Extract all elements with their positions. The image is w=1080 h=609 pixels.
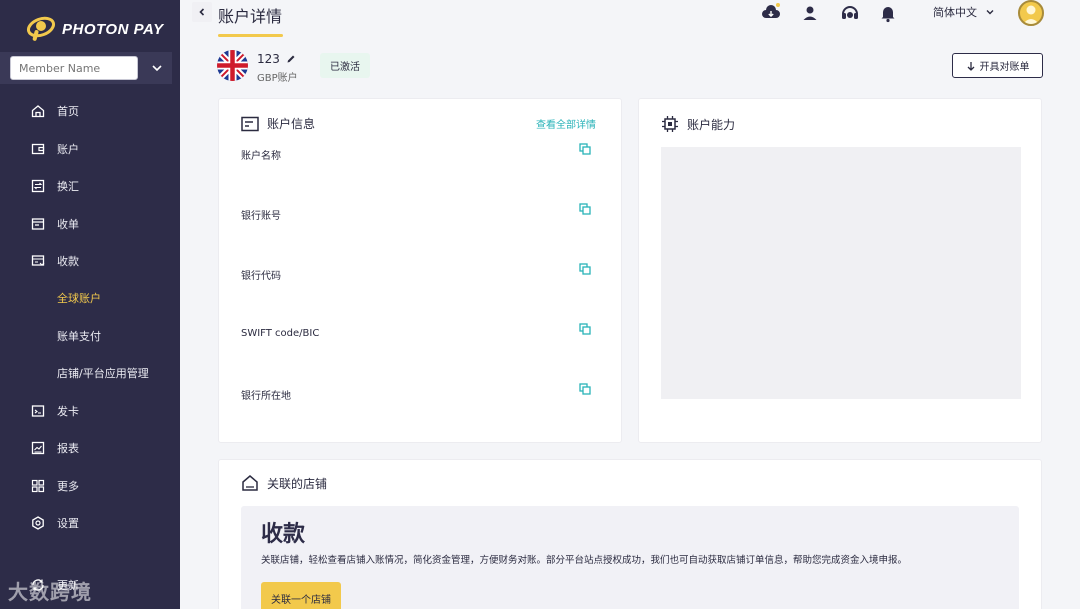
- copy-icon[interactable]: [579, 383, 591, 395]
- field-bank-location-label: 银行所在地: [241, 391, 291, 402]
- sidebar-item-home[interactable]: 首页: [0, 98, 180, 124]
- account-currency-type: GBP账户: [257, 73, 298, 84]
- linked-shops-panel: 收款 关联店铺，轻松查看店铺入账情况，简化资金管理，方便财务对账。部分平台站点授…: [241, 506, 1019, 609]
- sidebar-item-card-issuing[interactable]: 发卡: [0, 398, 180, 424]
- sidebar-item-label: 设置: [57, 517, 79, 530]
- page-title: 账户详情: [218, 7, 283, 26]
- linked-shops-title-text: 关联的店铺: [267, 476, 328, 491]
- chevron-down-icon: [986, 10, 994, 15]
- language-selector[interactable]: 简体中文: [933, 4, 995, 20]
- grid-icon: [31, 479, 45, 493]
- sidebar-item-label: 更多: [57, 480, 79, 493]
- account-info-card: 账户信息 查看全部详情 账户名称 银行账号 银行代码 SWIFT code/BI…: [218, 98, 622, 443]
- sidebar-item-label: 收单: [57, 218, 79, 231]
- sidebar-item-shop-platform[interactable]: 店铺/平台应用管理: [0, 360, 180, 386]
- account-name: 123: [257, 52, 296, 66]
- account-name-text: 123: [257, 52, 280, 66]
- gear-icon: [32, 516, 44, 530]
- issue-statement-label: 开具对账单: [979, 62, 1030, 73]
- copy-icon[interactable]: [579, 143, 591, 155]
- brand-name: PHOTON PAY: [62, 20, 164, 38]
- field-account-name-label: 账户名称: [241, 151, 281, 162]
- title-underline: [218, 34, 283, 37]
- status-badge: 已激活: [320, 53, 370, 78]
- field-bank-account-label: 银行账号: [241, 211, 281, 222]
- sidebar-item-label: 报表: [57, 442, 79, 455]
- account-ability-card: 账户能力: [638, 98, 1042, 443]
- report-icon: [31, 441, 45, 455]
- uk-flag-icon: [217, 50, 248, 81]
- chevron-left-icon: [199, 8, 205, 16]
- bell-icon[interactable]: [878, 3, 898, 23]
- receipt-icon: [31, 218, 45, 230]
- link-shop-button[interactable]: 关联一个店铺: [261, 582, 341, 609]
- field-swift-label: SWIFT code/BIC: [241, 328, 320, 339]
- cloud-download-icon[interactable]: [761, 3, 781, 23]
- sidebar-item-settings[interactable]: 设置: [0, 510, 180, 536]
- linked-shops-title: 关联的店铺: [241, 474, 327, 492]
- sidebar-item-bill-payment[interactable]: 账单支付: [0, 323, 180, 349]
- exchange-icon: [31, 179, 45, 193]
- watermark: 大数跨境: [8, 580, 92, 604]
- sidebar-item-label: 账户: [57, 143, 79, 156]
- copy-icon[interactable]: [579, 203, 591, 215]
- collect-icon: [31, 255, 45, 266]
- sidebar-item-label: 店铺/平台应用管理: [57, 367, 149, 380]
- back-button[interactable]: [192, 2, 212, 22]
- copy-icon[interactable]: [579, 323, 591, 335]
- language-label: 简体中文: [933, 6, 977, 19]
- home-icon: [31, 105, 45, 118]
- sidebar-item-acquiring[interactable]: 收单: [0, 211, 180, 237]
- headset-icon[interactable]: [840, 3, 860, 23]
- sidebar-item-more[interactable]: 更多: [0, 473, 180, 499]
- account-card-icon: [241, 116, 259, 131]
- user-icon[interactable]: [800, 3, 820, 23]
- field-bank-code-label: 银行代码: [241, 271, 281, 282]
- ability-placeholder: [661, 147, 1021, 399]
- shop-icon: [242, 475, 258, 491]
- account-ability-title: 账户能力: [661, 115, 735, 133]
- linked-shops-description: 关联店铺，轻松查看店铺入账情况，简化资金管理，方便财务对账。部分平台站点授权成功…: [261, 555, 908, 566]
- sidebar-item-global-account[interactable]: 全球账户: [0, 285, 180, 311]
- sidebar-item-label: 换汇: [57, 180, 79, 193]
- sidebar-item-label: 全球账户: [57, 292, 101, 305]
- sidebar-item-label: 账单支付: [57, 330, 101, 343]
- sidebar-item-label: 首页: [57, 105, 79, 118]
- arrow-down-icon: [967, 61, 974, 71]
- account-info-title-text: 账户信息: [267, 117, 316, 131]
- chevron-down-icon[interactable]: [150, 61, 164, 75]
- sidebar-item-account[interactable]: 账户: [0, 136, 180, 162]
- sidebar-item-label: 收款: [57, 255, 79, 268]
- account-ability-title-text: 账户能力: [687, 117, 736, 132]
- sidebar-item-exchange[interactable]: 换汇: [0, 173, 180, 199]
- chip-icon: [662, 116, 678, 132]
- avatar-person-icon: [1023, 5, 1039, 24]
- view-all-details-link[interactable]: 查看全部详情: [536, 116, 596, 131]
- member-selector: [0, 52, 172, 84]
- sidebar: PHOTON PAY 首页 账户 换汇 收单 收款 全球账户: [0, 0, 180, 609]
- avatar[interactable]: [1018, 0, 1044, 26]
- linked-shops-card: 关联的店铺 收款 关联店铺，轻松查看店铺入账情况，简化资金管理，方便财务对账。部…: [218, 459, 1042, 609]
- account-info-title: 账户信息: [241, 115, 315, 132]
- issue-statement-button[interactable]: 开具对账单: [952, 53, 1043, 78]
- copy-icon[interactable]: [579, 263, 591, 275]
- brand-logo[interactable]: PHOTON PAY: [26, 14, 164, 44]
- photon-logo-icon: [26, 16, 56, 41]
- top-header: 账户详情 简体中文: [180, 0, 1080, 40]
- pencil-icon[interactable]: [286, 54, 296, 64]
- sidebar-item-collect[interactable]: 收款: [0, 248, 180, 274]
- sidebar-item-label: 发卡: [57, 405, 79, 418]
- wallet-icon: [31, 143, 45, 155]
- card-icon: [31, 405, 45, 417]
- linked-shops-heading: 收款: [261, 522, 306, 547]
- member-name-input[interactable]: [10, 56, 138, 80]
- sidebar-item-reports[interactable]: 报表: [0, 435, 180, 461]
